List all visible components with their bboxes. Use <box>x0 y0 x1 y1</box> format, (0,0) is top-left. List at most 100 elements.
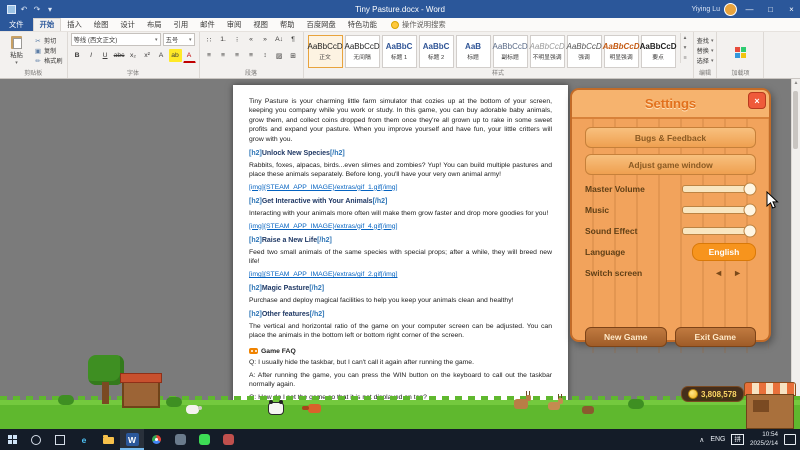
tell-me[interactable]: 操作说明搜索 <box>391 18 446 31</box>
ribbon-tab-help[interactable]: 帮助 <box>274 18 301 31</box>
wooden-stand[interactable] <box>122 379 160 408</box>
sound-effect-slider[interactable] <box>682 227 756 235</box>
addins-group[interactable]: 加载项 <box>717 31 764 78</box>
sheep[interactable] <box>186 405 199 414</box>
style-card-标题[interactable]: AaB标题 <box>456 35 491 68</box>
increase-indent-button[interactable]: » <box>259 33 272 46</box>
minimize-button[interactable]: — <box>741 0 758 18</box>
doc-hyperlink[interactable]: [img]{STEAM_APP_IMAGE}/extras/gif_2.gif[… <box>249 270 552 279</box>
ribbon-tab-insert[interactable]: 插入 <box>61 18 88 31</box>
new-game-button[interactable]: New Game <box>585 327 667 347</box>
style-card-无间隔[interactable]: AaBbCcD无间隔 <box>345 35 380 68</box>
copy-button[interactable]: ▣复制 <box>33 46 64 55</box>
multilevel-list-button[interactable]: ⁝ <box>231 33 244 46</box>
align-right-button[interactable]: ≡ <box>231 49 244 62</box>
deer[interactable] <box>514 399 528 409</box>
hidden-icons-chevron[interactable]: ∧ <box>699 436 704 444</box>
music-slider[interactable] <box>682 206 756 214</box>
ribbon-tab-view[interactable]: 视图 <box>247 18 274 31</box>
taskbar-steam[interactable] <box>168 429 192 450</box>
language-english-button[interactable]: English <box>692 243 756 261</box>
doc-hyperlink[interactable]: [img]{STEAM_APP_IMAGE}/extras/gif_4.gif[… <box>249 222 552 231</box>
deer[interactable] <box>548 402 560 410</box>
taskbar-chrome[interactable] <box>144 429 168 450</box>
strikethrough-button[interactable]: abc <box>113 49 126 62</box>
ribbon-tab-file[interactable]: 文件 <box>0 18 33 31</box>
maximize-button[interactable]: □ <box>762 0 779 18</box>
qat-dropdown-icon[interactable]: ▾ <box>45 3 55 15</box>
taskbar-edge[interactable]: e <box>72 429 96 450</box>
style-gallery-up-icon[interactable]: ▴ <box>681 33 690 43</box>
capybara[interactable] <box>582 406 594 414</box>
text-highlight-button[interactable]: ab <box>169 49 182 62</box>
slider-knob[interactable] <box>743 182 756 195</box>
scroll-up-icon[interactable]: ▲ <box>792 79 800 87</box>
subscript-button[interactable]: x₂ <box>127 49 140 62</box>
sort-button[interactable]: A↓ <box>273 33 286 46</box>
superscript-button[interactable]: x² <box>141 49 154 62</box>
taskbar-word[interactable]: W <box>120 429 144 450</box>
underline-button[interactable]: U <box>99 49 112 62</box>
italic-button[interactable]: I <box>85 49 98 62</box>
replace-button[interactable]: 替换▾ <box>697 46 714 55</box>
style-card-副标题[interactable]: AaBbCcD副标题 <box>493 35 528 68</box>
style-gallery-down-icon[interactable]: ▾ <box>681 43 690 53</box>
undo-icon[interactable]: ↶ <box>19 3 29 15</box>
exit-game-button[interactable]: Exit Game <box>675 327 757 347</box>
shading-button[interactable]: ▨ <box>273 49 286 62</box>
find-button[interactable]: 查找▾ <box>697 36 714 45</box>
panda[interactable] <box>268 402 284 415</box>
font-color-button[interactable]: A <box>183 49 196 63</box>
scrollbar-thumb[interactable] <box>793 91 798 149</box>
taskbar-task-view[interactable] <box>48 429 72 450</box>
ribbon-tab-design[interactable]: 设计 <box>114 18 141 31</box>
style-card-强调[interactable]: AaBbCcD强调 <box>567 35 602 68</box>
align-left-button[interactable]: ≡ <box>203 49 216 62</box>
paste-button[interactable]: 粘贴 ▾ <box>3 33 30 69</box>
style-card-正文[interactable]: AaBbCcD正文 <box>308 35 343 68</box>
style-card-标题 2[interactable]: AaBbC标题 2 <box>419 35 454 68</box>
redo-icon[interactable]: ↷ <box>32 3 42 15</box>
bold-button[interactable]: B <box>71 49 84 62</box>
line-spacing-button[interactable]: ↕ <box>259 49 272 62</box>
taskbar-file-explorer[interactable] <box>96 429 120 450</box>
style-card-要点[interactable]: AaBbCcD要点 <box>641 35 676 68</box>
save-icon[interactable] <box>6 3 16 15</box>
cut-button[interactable]: ✂剪切 <box>33 36 64 45</box>
adjust-game-window-button[interactable]: Adjust game window <box>585 154 756 175</box>
format-painter-button[interactable]: ✏格式刷 <box>33 56 64 65</box>
align-center-button[interactable]: ≡ <box>217 49 230 62</box>
justify-button[interactable]: ≡ <box>245 49 258 62</box>
switch-screen-right-icon[interactable]: ► <box>733 268 742 278</box>
bullets-button[interactable]: ∷ <box>203 33 216 46</box>
font-size-select[interactable]: 五号 ▾ <box>163 33 195 46</box>
show-marks-button[interactable]: ¶ <box>287 33 300 46</box>
doc-hyperlink[interactable]: [img]{STEAM_APP_IMAGE}/extras/gif_1.gif[… <box>249 183 552 192</box>
avatar[interactable] <box>724 3 737 16</box>
bugs-feedback-button[interactable]: Bugs & Feedback <box>585 127 756 148</box>
switch-screen-left-icon[interactable]: ◄ <box>714 268 723 278</box>
font-name-select[interactable]: 等线 (西文正文) ▾ <box>71 33 161 46</box>
text-effects-button[interactable]: A <box>155 49 168 62</box>
taskbar-game-launcher[interactable] <box>216 429 240 450</box>
master-volume-slider[interactable] <box>682 185 756 193</box>
action-center-icon[interactable] <box>784 434 796 445</box>
select-button[interactable]: 选择▾ <box>697 56 714 65</box>
ribbon-tab-mailings[interactable]: 邮件 <box>194 18 221 31</box>
borders-button[interactable]: ⊞ <box>287 49 300 62</box>
style-card-明显强调[interactable]: AaBbCcD明显强调 <box>604 35 639 68</box>
red-panda[interactable] <box>308 404 321 413</box>
slider-knob[interactable] <box>743 224 756 237</box>
style-gallery-more-icon[interactable]: ≡ <box>681 53 690 63</box>
ribbon-tab-baidu-netdisk[interactable]: 百度网盘 <box>301 18 342 31</box>
close-button[interactable]: × <box>783 0 800 18</box>
slider-knob[interactable] <box>743 203 756 216</box>
shop-stall[interactable] <box>744 382 796 429</box>
taskbar-start[interactable] <box>0 429 24 450</box>
taskbar-search[interactable] <box>24 429 48 450</box>
ribbon-tab-review[interactable]: 审阅 <box>221 18 248 31</box>
style-card-不明显强调[interactable]: AaBbCcD不明显强调 <box>530 35 565 68</box>
style-card-标题 1[interactable]: AaBbC标题 1 <box>382 35 417 68</box>
ribbon-tab-references[interactable]: 引用 <box>168 18 195 31</box>
language-indicator[interactable]: ENG <box>710 436 725 443</box>
